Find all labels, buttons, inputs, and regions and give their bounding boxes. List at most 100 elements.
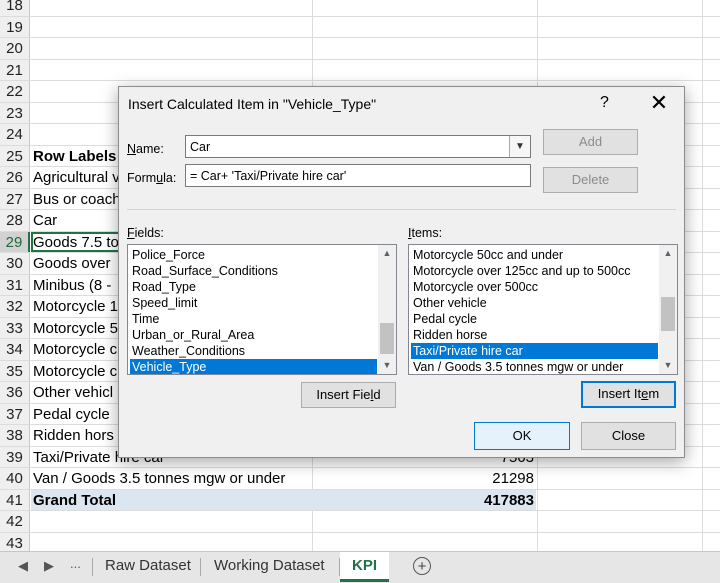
row-number[interactable]: 18 [0,0,30,16]
field-list-item[interactable]: Road_Type [130,279,377,295]
row-number[interactable]: 30 [0,253,30,274]
sheet-row[interactable]: 40 Van / Goods 3.5 tonnes mgw or under 212… [0,468,720,490]
cell-label[interactable]: Van / Goods 3.5 tonnes mgw or under [33,468,285,489]
tab-divider [200,558,201,576]
cell-label[interactable]: Ridden hors [33,425,114,446]
row-number[interactable]: 40 [0,468,30,489]
cell-label[interactable]: Car [33,210,57,231]
row-number[interactable]: 36 [0,382,30,403]
item-list-item[interactable]: Motorcycle over 125cc and up to 500cc [411,263,658,279]
row-number[interactable]: 28 [0,210,30,231]
field-list-item[interactable]: Vehicle_Type [130,359,377,374]
scroll-left-icon[interactable]: ◀ [18,558,28,574]
row-number[interactable]: 34 [0,339,30,360]
formula-input[interactable]: = Car+ 'Taxi/Private hire car' [185,164,531,187]
separator [127,209,676,210]
name-combobox[interactable]: Car ▼ [185,135,531,158]
scrollbar-thumb[interactable] [661,297,675,331]
delete-button[interactable]: Delete [543,167,638,193]
name-value[interactable]: Car [190,140,210,154]
row-number[interactable]: 29 [0,231,30,252]
item-list-item[interactable]: Taxi/Private hire car [411,343,658,359]
scrollbar-thumb[interactable] [380,323,394,354]
field-list-item[interactable]: Urban_or_Rural_Area [130,327,377,343]
cell-label[interactable]: Minibus (8 - [33,275,111,296]
ok-button[interactable]: OK [474,422,570,450]
row-number[interactable]: 39 [0,446,30,467]
scroll-up-icon[interactable]: ▲ [659,245,677,262]
row-number[interactable]: 38 [0,425,30,446]
row-number[interactable]: 24 [0,124,30,145]
close-button[interactable]: Close [581,422,676,450]
scroll-right-icon[interactable]: ▶ [44,558,54,574]
cell-label[interactable]: Other vehicl [33,382,113,403]
sheet-row[interactable]: 20 [0,38,720,60]
row-number[interactable]: 41 [0,489,30,510]
items-listbox[interactable]: Van / Goods 3.5 tonnes mgw or under Taxi/… [408,244,678,375]
fields-listbox[interactable]: Vehicle_Type Weather_Conditions Urban_or_R… [127,244,397,375]
insert-calculated-item-dialog: Insert Calculated Item in "Vehicle_Type"… [118,86,685,458]
row-number[interactable]: 25 [0,145,30,166]
sheet-row[interactable]: 18 [0,0,720,17]
item-list-item[interactable]: Pedal cycle [411,311,658,327]
item-list-item[interactable]: Motorcycle over 500cc [411,279,658,295]
more-sheets-icon[interactable]: ... [70,556,81,571]
row-number[interactable]: 19 [0,16,30,37]
row-number[interactable]: 37 [0,403,30,424]
row-number[interactable]: 26 [0,167,30,188]
cell-label[interactable]: Pedal cycle [33,404,110,425]
item-list-item[interactable]: Van / Goods 3.5 tonnes mgw or under [411,359,658,374]
field-list-item[interactable]: Police_Force [130,247,377,263]
row-number[interactable]: 32 [0,296,30,317]
item-list-item[interactable]: Other vehicle [411,295,658,311]
scroll-down-icon[interactable]: ▼ [659,357,677,374]
cell-label[interactable]: Motorcycle c [33,361,117,382]
row-number[interactable]: 42 [0,511,30,532]
formula-value[interactable]: = Car+ 'Taxi/Private hire car' [190,169,346,183]
insert-field-button[interactable]: Insert Field [301,382,396,408]
tab-kpi[interactable]: KPI [340,552,390,582]
add-sheet-icon[interactable]: + [413,557,431,575]
field-list-item[interactable]: Weather_Conditions [130,343,377,359]
cell-label[interactable]: Motorcycle 5 [33,318,118,339]
row-number[interactable]: 33 [0,317,30,338]
field-list-item[interactable]: Time [130,311,377,327]
cell-value[interactable]: 417883 [484,490,534,511]
cell-label[interactable]: Motorcycle c [33,339,117,360]
cell-label[interactable]: Motorcycle 1 [33,296,118,317]
cell-label[interactable]: Row Labels [33,146,116,167]
row-number[interactable]: 31 [0,274,30,295]
tab-working-dataset[interactable]: Working Dataset [202,552,337,582]
row-number[interactable]: 27 [0,188,30,209]
sheet-row[interactable]: 41 Grand Total 417883 [0,489,720,511]
chevron-down-icon[interactable]: ▼ [509,136,530,157]
cell-label[interactable]: Bus or coach [33,189,121,210]
cell-value[interactable]: 21298 [492,468,534,489]
row-number[interactable]: 35 [0,360,30,381]
row-number[interactable]: 20 [0,38,30,59]
insert-item-button[interactable]: Insert Item [581,381,676,408]
add-button[interactable]: Add [543,129,638,155]
scroll-up-icon[interactable]: ▲ [378,245,396,262]
close-icon[interactable]: ✕ [647,91,671,115]
cell-label[interactable]: Goods over [33,253,111,274]
row-number[interactable]: 21 [0,59,30,80]
fields-scrollbar[interactable]: ▲ ▼ [378,245,396,374]
sheet-row[interactable]: 42 [0,511,720,533]
scroll-down-icon[interactable]: ▼ [378,357,396,374]
row-number[interactable]: 43 [0,532,30,551]
sheet-row[interactable]: 21 [0,59,720,81]
cell-label[interactable]: Agricultural v [33,167,120,188]
tab-raw-dataset[interactable]: Raw Dataset [93,552,203,582]
row-number[interactable]: 22 [0,81,30,102]
sheet-row[interactable]: 19 [0,16,720,38]
item-list-item[interactable]: Motorcycle 50cc and under [411,247,658,263]
item-list-item[interactable]: Ridden horse [411,327,658,343]
field-list-item[interactable]: Speed_limit [130,295,377,311]
items-scrollbar[interactable]: ▲ ▼ [659,245,677,374]
sheet-row[interactable]: 43 [0,532,720,551]
cell-label[interactable]: Grand Total [33,490,116,511]
help-icon[interactable]: ? [600,94,609,112]
row-number[interactable]: 23 [0,102,30,123]
field-list-item[interactable]: Road_Surface_Conditions [130,263,377,279]
